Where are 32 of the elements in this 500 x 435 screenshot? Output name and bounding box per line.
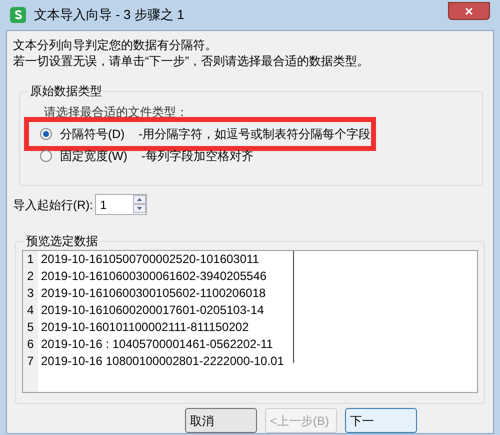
- preview-row: 2019-10-1610600300061602-3940205546: [41, 268, 267, 285]
- close-button[interactable]: ×: [448, 2, 490, 20]
- start-row-label: 导入起始行(R):: [13, 196, 93, 214]
- row-number: 2: [26, 268, 35, 285]
- row-number: 1: [26, 251, 35, 268]
- preview-row: 2019-10-1610600300105602-1100206018: [41, 285, 266, 302]
- row-number: 3: [26, 285, 35, 302]
- window-title: 文本导入向导 - 3 步骤之 1: [34, 6, 184, 24]
- preview-row: 2019-10-160101100002111-811150202: [41, 319, 249, 336]
- radio-button[interactable]: [40, 150, 52, 162]
- row-number: 6: [26, 336, 35, 353]
- preview-row: 2019-10-1610600200017601-0205103-14: [41, 302, 264, 319]
- option-description: -用分隔字符，如逗号或制表符分隔每个字段: [138, 126, 371, 143]
- group-title: 原始数据类型: [28, 83, 104, 99]
- preview-row: 2019-10-1610500700002520-101603011: [41, 251, 259, 268]
- row-number: 5: [26, 319, 35, 336]
- spin-arrows-icon: [133, 195, 146, 214]
- dialog-button[interactable]: 下一: [345, 408, 417, 433]
- option-label: 固定宽度(W): [60, 148, 128, 165]
- preview-row: 2019-10-16 10800100002801-2222000-10.01: [41, 353, 284, 370]
- option-label: 分隔符号(D): [60, 126, 125, 143]
- preview-row: 2019-10-16 : 10405700001461-0562202-11: [41, 336, 273, 353]
- app-logo-icon: [10, 7, 26, 23]
- option-description: -每列字段加空格对齐: [141, 148, 254, 165]
- row-number: 4: [26, 302, 35, 319]
- intro-text: 文本分列向导判定您的数据有分隔符。: [13, 37, 218, 53]
- radio-button[interactable]: [40, 128, 52, 140]
- start-row-spinner[interactable]: 1: [95, 194, 147, 215]
- row-number: 7: [26, 353, 35, 370]
- intro-text: 若一切设置无误，请单击“下一步”，否则请选择最合适的数据类型。: [13, 53, 370, 69]
- group-title: 预览选定数据: [24, 233, 100, 249]
- dialog-button[interactable]: 取消: [185, 408, 257, 433]
